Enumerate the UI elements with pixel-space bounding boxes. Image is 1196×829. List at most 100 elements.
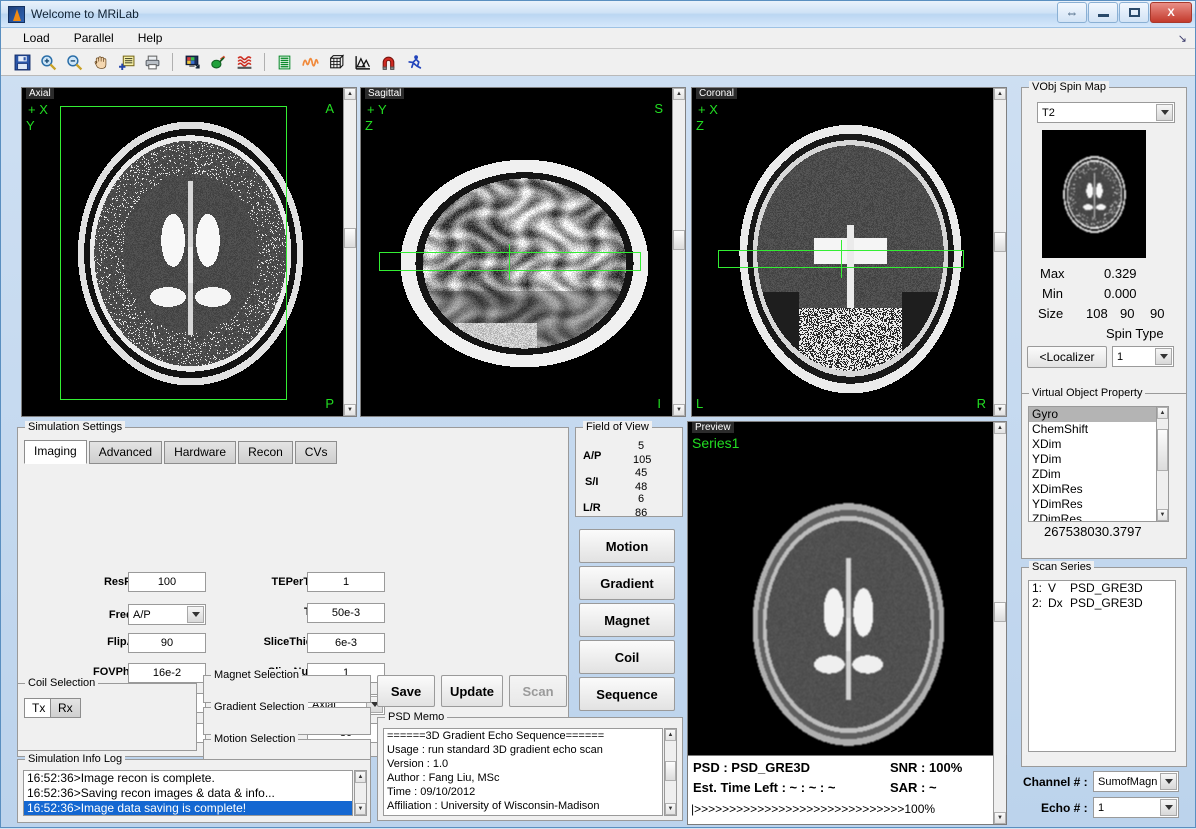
resize-button[interactable]: ⇔ [1057,2,1087,23]
select-freqdir[interactable]: A/P [128,604,206,625]
grid-3d-icon[interactable] [325,51,348,73]
coil-tab-rx[interactable]: Rx [50,698,81,718]
minimize-button[interactable] [1088,2,1118,23]
scan-button[interactable]: Scan [509,675,567,707]
property-item[interactable]: YDimRes [1029,497,1167,512]
preview-scrollbar[interactable]: ▲ ▼ [993,422,1006,824]
virtual-object-property-list[interactable]: Gyro ChemShift XDim YDim ZDim XDimRes YD… [1028,406,1168,522]
coronal-viewport[interactable]: Coronal + X Z L R ▲ ▼ [691,87,1007,417]
waveform-icon[interactable] [299,51,322,73]
tab-hardware[interactable]: Hardware [164,441,237,464]
scroll-down-arrow[interactable]: ▼ [355,803,366,815]
chevron-down-icon[interactable] [187,606,204,623]
scroll-down-arrow[interactable]: ▼ [1157,509,1168,521]
simulation-log-scrollbar[interactable]: ▲ ▼ [354,770,367,816]
scroll-up-arrow[interactable]: ▲ [673,88,685,100]
select-spin-type[interactable]: 1 [1112,346,1174,367]
scroll-up-arrow[interactable]: ▲ [994,88,1006,100]
input-flipang[interactable]: 90 [128,633,206,653]
select-echo[interactable]: 1 [1093,797,1179,818]
scroll-thumb[interactable] [665,761,676,781]
property-item[interactable]: ChemShift [1029,422,1167,437]
runner-icon[interactable] [403,51,426,73]
tab-advanced[interactable]: Advanced [88,441,163,464]
select-channel[interactable]: SumofMagn [1093,771,1179,792]
localizer-button[interactable]: <Localizer [1027,346,1107,368]
insert-legend-icon[interactable] [115,51,138,73]
menu-item-parallel[interactable]: Parallel [62,29,126,47]
psd-memo-scrollbar[interactable]: ▲ ▼ [664,728,677,816]
coil-tab-tx[interactable]: Tx [24,698,54,718]
property-item-selected[interactable]: Gyro [1029,407,1167,422]
scroll-up-arrow[interactable]: ▲ [665,729,676,741]
coil-button[interactable]: Coil [579,640,675,674]
save-button[interactable]: Save [377,675,435,707]
axial-scrollbar[interactable]: ▲ ▼ [343,88,356,416]
property-item[interactable]: XDimRes [1029,482,1167,497]
input-tepertr[interactable]: 1 [307,572,385,592]
coronal-scrollbar[interactable]: ▲ ▼ [993,88,1006,416]
plot-axes-icon[interactable] [351,51,374,73]
sequence-button[interactable]: Sequence [579,677,675,711]
sagittal-viewport[interactable]: Sagittal + Y Z S I ▲ ▼ [360,87,686,417]
scroll-down-arrow[interactable]: ▼ [344,404,356,416]
magnet-icon[interactable] [377,51,400,73]
property-item[interactable]: ZDimRes [1029,512,1167,521]
scan-series-row[interactable]: 1: V PSD_GRE3D [1029,581,1175,596]
sagittal-scrollbar[interactable]: ▲ ▼ [672,88,685,416]
virtual-object-property-scrollbar[interactable]: ▲ ▼ [1156,406,1169,522]
magnet-button[interactable]: Magnet [579,603,675,637]
plug-icon[interactable] [207,51,230,73]
scroll-up-arrow[interactable]: ▲ [1157,407,1168,419]
menu-expand-icon[interactable]: ↘ [1178,32,1187,45]
scroll-down-arrow[interactable]: ▼ [673,404,685,416]
property-item[interactable]: ZDim [1029,467,1167,482]
pan-hand-icon[interactable] [89,51,112,73]
maximize-button[interactable] [1119,2,1149,23]
menu-item-help[interactable]: Help [126,29,175,47]
input-te[interactable]: 50e-3 [307,603,385,623]
green-list-icon[interactable] [273,51,296,73]
input-fovphase[interactable]: 16e-2 [128,663,206,683]
chevron-down-icon[interactable] [1160,799,1177,816]
log-entry[interactable]: 16:52:36>Image recon is complete. [24,771,352,786]
sagittal-slice-box[interactable] [379,252,641,271]
scroll-thumb[interactable] [344,228,356,248]
close-button[interactable]: X [1150,2,1192,23]
tab-recon[interactable]: Recon [238,441,293,464]
property-item[interactable]: YDim [1029,452,1167,467]
psd-memo-text[interactable]: ======3D Gradient Echo Sequence====== Us… [383,728,663,816]
scroll-down-arrow[interactable]: ▼ [994,404,1006,416]
scan-series-list[interactable]: 1: V PSD_GRE3D 2: Dx PSD_GRE3D [1028,580,1176,752]
log-entry[interactable]: 16:52:36>Saving recon images & data & in… [24,786,352,801]
tab-imaging[interactable]: Imaging [24,440,87,464]
zoom-out-icon[interactable] [63,51,86,73]
axial-viewport[interactable]: Axial + X Y A P ▲ ▼ [21,87,357,417]
scan-series-row[interactable]: 2: Dx PSD_GRE3D [1029,596,1175,611]
heat-waves-icon[interactable] [233,51,256,73]
scroll-up-arrow[interactable]: ▲ [355,771,366,783]
scroll-thumb[interactable] [994,232,1006,252]
log-entry-selected[interactable]: 16:52:36>Image data saving is complete! [24,801,352,815]
tab-cvs[interactable]: CVs [294,441,338,464]
scroll-down-arrow[interactable]: ▼ [994,812,1006,824]
scroll-up-arrow[interactable]: ▲ [994,422,1006,434]
property-item[interactable]: XDim [1029,437,1167,452]
select-spin-map[interactable]: T2 [1037,102,1175,123]
zoom-in-icon[interactable] [37,51,60,73]
scroll-thumb[interactable] [1157,429,1168,471]
display-monitor-icon[interactable] [181,51,204,73]
scroll-up-arrow[interactable]: ▲ [344,88,356,100]
save-icon[interactable] [11,51,34,73]
scroll-thumb[interactable] [994,602,1006,622]
gradient-button[interactable]: Gradient [579,566,675,600]
chevron-down-icon[interactable] [1155,348,1172,365]
simulation-log-list[interactable]: 16:52:36>Image recon is complete. 16:52:… [23,770,353,816]
input-resfreq[interactable]: 100 [128,572,206,592]
input-slicethick[interactable]: 6e-3 [307,633,385,653]
scroll-down-arrow[interactable]: ▼ [665,803,676,815]
update-button[interactable]: Update [441,675,503,707]
motion-button[interactable]: Motion [579,529,675,563]
print-icon[interactable] [141,51,164,73]
menu-item-load[interactable]: Load [11,29,62,47]
